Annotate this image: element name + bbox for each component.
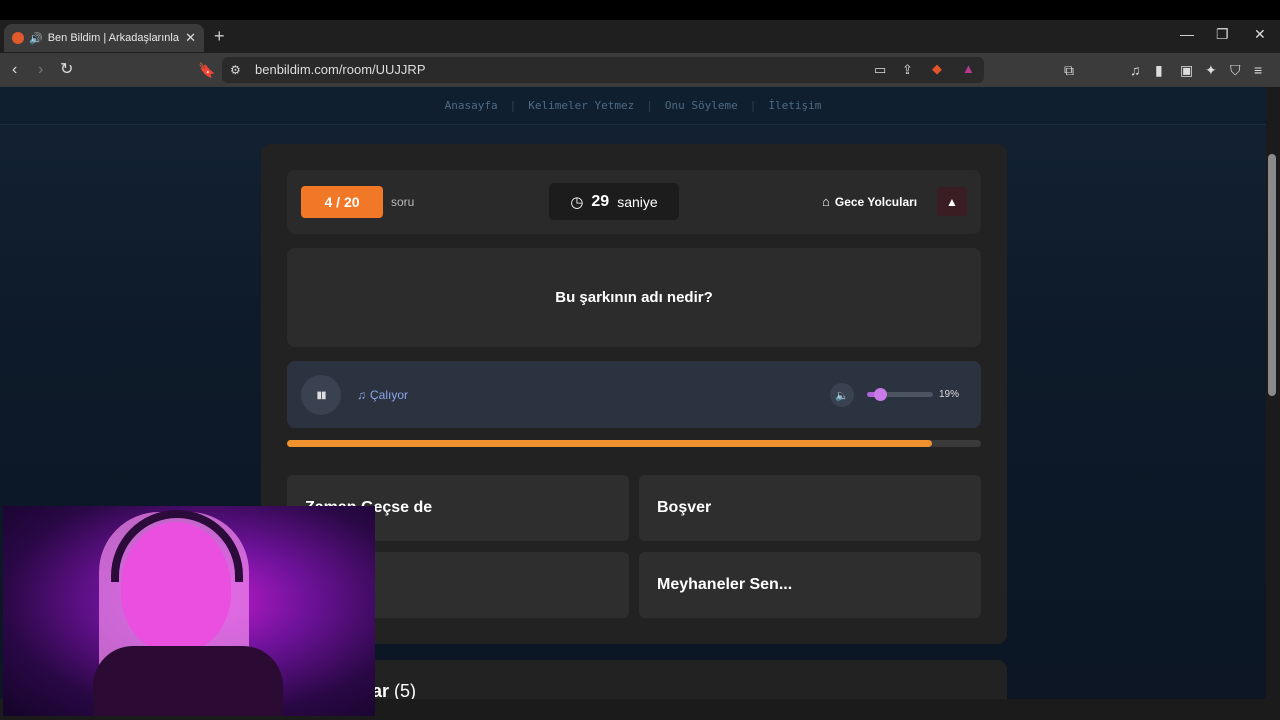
share-icon[interactable]: ⇪ [902,61,913,79]
nav-link-home[interactable]: Anasayfa [445,99,498,112]
answer-option-4[interactable]: Meyhaneler Sen... [639,552,981,618]
question-counter-suffix: soru [391,195,415,209]
url-text[interactable]: benbildim.com/room/UUJJRP [255,62,426,77]
close-window-button[interactable]: ✕ [1254,26,1266,43]
brave-shields-icon[interactable]: ◆ [932,60,942,78]
wallet-icon[interactable]: ▣ [1180,61,1193,79]
extensions-icon[interactable]: ⧉ [1064,61,1074,79]
question-counter-badge: 4 / 20 [301,186,383,218]
minimize-button[interactable]: — [1180,26,1194,42]
nav-separator: | [749,99,757,112]
tab-title: Ben Bildim | Arkadaşlarınla Or [47,32,179,44]
pause-button[interactable]: ▮▮ [301,375,341,415]
screen-top-border [0,0,1280,20]
tab-close-icon[interactable]: ✕ [185,30,196,46]
maximize-button[interactable]: ❐ [1216,26,1229,43]
new-tab-button[interactable]: + [214,26,225,47]
webcam-overlay [3,506,375,716]
question-text: Bu şarkının adı nedir? [287,248,981,347]
brave-rewards-icon[interactable]: ▲ [962,60,975,78]
timer-value: 29 [591,192,610,210]
reload-icon[interactable]: ↻ [60,61,73,79]
speaker-icon[interactable]: 🔈 [830,383,854,407]
bookmark-icon[interactable]: 🔖 [198,61,215,79]
audio-player: ▮▮ ♫ Çalıyor 🔈 19% [287,361,981,428]
category-tag: ⌂ Gece Yolcuları [822,194,917,209]
webcam-person-body [93,646,283,716]
timer: ◷ 29 saniye [549,183,679,220]
sidebar-icon[interactable]: ▮ [1155,61,1163,79]
nav-link-kelimeler-yetmez[interactable]: Kelimeler Yetmez [528,99,634,112]
shield-icon[interactable]: ⛉ [1230,61,1241,79]
back-icon[interactable]: ‹ [12,61,17,79]
site-nav: Anasayfa | Kelimeler Yetmez | Onu Söylem… [0,87,1266,125]
answer-option-2[interactable]: Boşver [639,475,981,541]
volume-slider-handle[interactable] [873,388,887,401]
nav-separator: | [509,99,517,112]
tag-icon: ⌂ [822,194,830,209]
time-progress-fill [287,440,933,447]
report-button[interactable]: ▲ [937,187,967,216]
category-label: Gece Yolcuları [834,194,918,209]
tab-strip: 🔊 Ben Bildim | Arkadaşlarınla Or ✕ + — ❐… [0,20,1280,53]
browser-tab[interactable]: 🔊 Ben Bildim | Arkadaşlarınla Or ✕ [4,24,204,52]
menu-icon[interactable]: ≡ [1254,61,1262,79]
playing-status-label: Çalıyor [370,388,409,402]
nav-link-iletisim[interactable]: İletişim [768,99,821,112]
nav-separator: | [646,99,653,112]
site-favicon-icon [12,32,24,44]
vertical-scrollbar-thumb[interactable] [1268,154,1276,396]
ai-sparkle-icon[interactable]: ✦ [1205,61,1217,79]
cast-icon[interactable]: ▭ [874,61,886,79]
music-icon[interactable]: ♫ [1130,61,1141,79]
players-count: (5) [394,681,417,701]
timer-unit: saniye [617,193,658,210]
volume-percent: 19% [939,389,960,400]
nav-link-onu-soyleme[interactable]: Onu Söyleme [665,99,738,112]
music-note-icon: ♫ [357,388,366,402]
clock-icon: ◷ [570,193,584,211]
site-settings-icon[interactable]: ⚙ [230,61,241,79]
game-header: 4 / 20 soru ◷ 29 saniye ⌂ Gece Yolcuları… [287,170,981,234]
playing-status: ♫ Çalıyor [357,388,408,402]
tab-audio-icon[interactable]: 🔊 [29,32,43,45]
forward-icon[interactable]: › [38,61,43,79]
